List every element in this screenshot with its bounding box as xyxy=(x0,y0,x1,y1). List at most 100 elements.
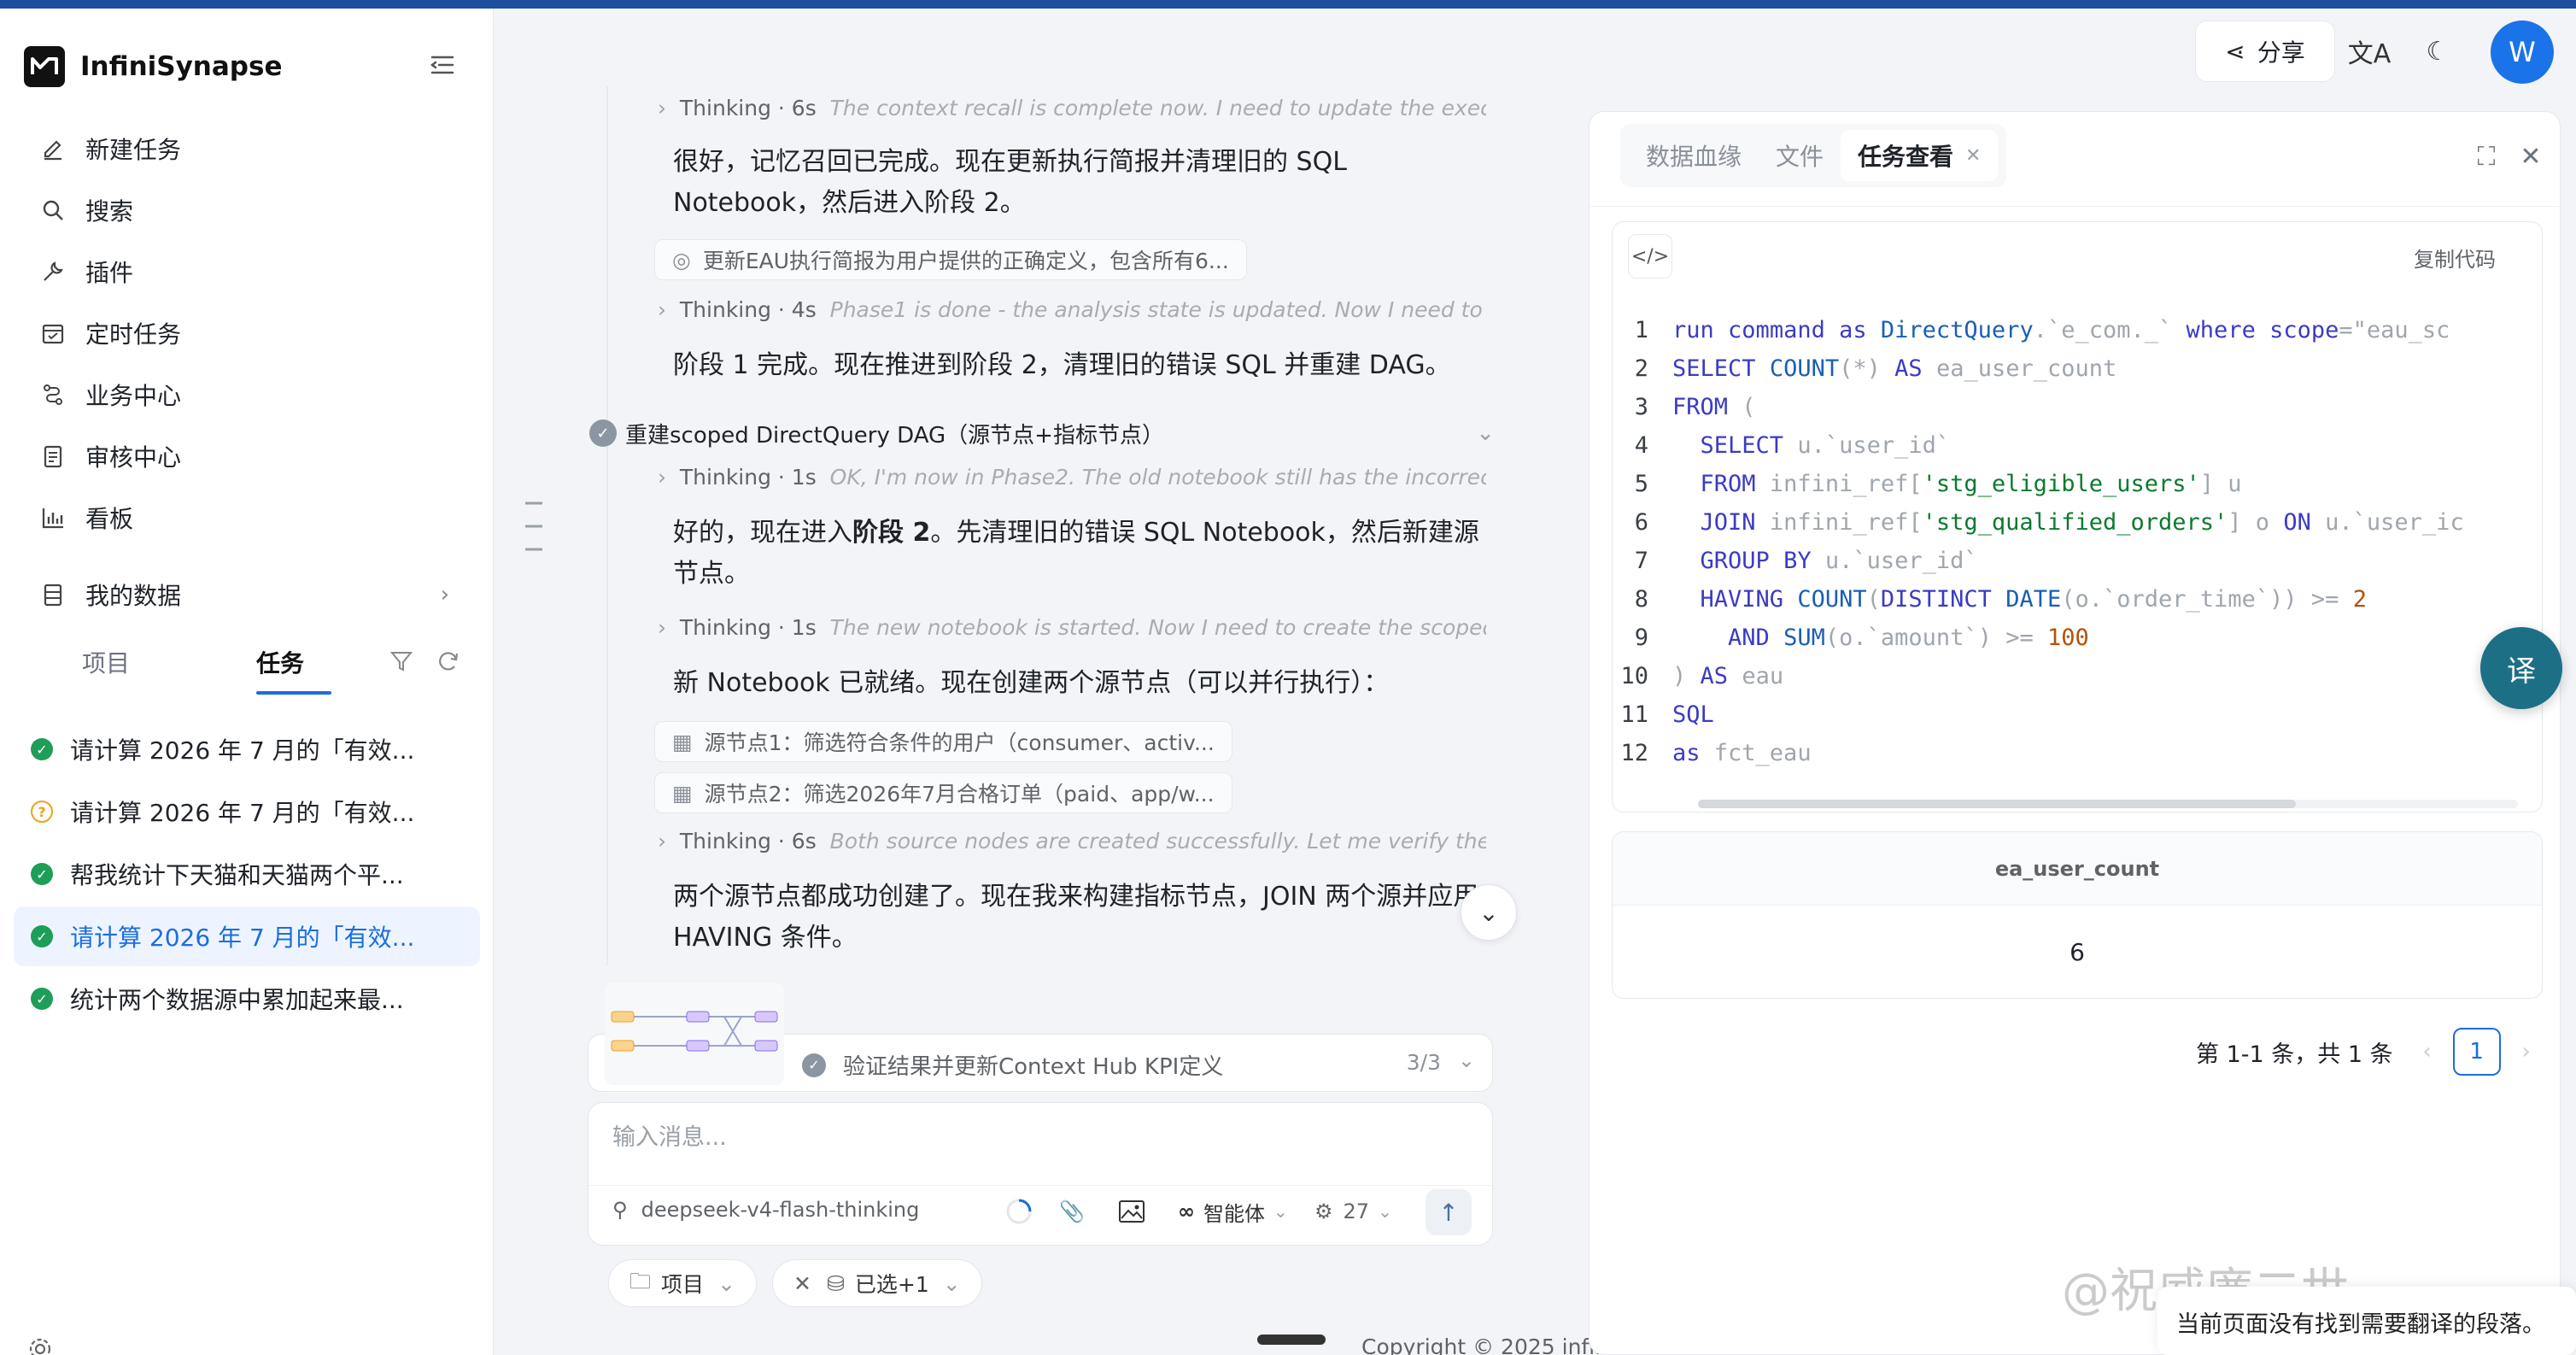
task-item[interactable]: ? 请计算 2026 年 7 月的「有效... xyxy=(14,782,480,842)
detail-panel: 数据血缘 文件 任务查看 ✕ ⛶ ✕ </> 复制代码 1 run command … xyxy=(1589,111,2561,1355)
next-page-icon[interactable]: › xyxy=(2508,1039,2545,1065)
chevron-down-icon[interactable]: ⌄ xyxy=(1476,420,1495,446)
nav-dashboard[interactable]: 看板 xyxy=(26,487,470,548)
tab-files[interactable]: 文件 xyxy=(1759,130,1841,181)
progress-count: 3/3 xyxy=(1406,1050,1441,1075)
close-icon[interactable]: ✕ xyxy=(2514,139,2548,173)
close-tab-icon[interactable]: ✕ xyxy=(1965,145,1981,167)
nav-review[interactable]: 审核中心 xyxy=(26,425,470,487)
thinking-text: Both source nodes are created successful… xyxy=(829,829,1486,853)
project-chip[interactable]: 🗀 项目 ⌄ xyxy=(608,1259,757,1307)
avatar[interactable]: W xyxy=(2491,21,2554,84)
thinking-row[interactable]: › Thinking · 6s Both source nodes are cr… xyxy=(658,829,1486,853)
pager-text: 第 1-1 条，共 1 条 xyxy=(2196,1041,2393,1068)
thinking-row[interactable]: › Thinking · 1s OK, I'm now in Phase2. T… xyxy=(658,465,1486,490)
share-label: 分享 xyxy=(2257,38,2305,67)
collapse-sidebar-icon[interactable] xyxy=(425,48,460,82)
assistant-message: 很好，记忆召回已完成。现在更新执行简报并清理旧的 SQL Notebook，然后… xyxy=(673,147,1347,218)
attach-icon[interactable]: 📎 xyxy=(1053,1193,1091,1230)
refresh-icon[interactable] xyxy=(436,648,461,678)
search-icon xyxy=(39,197,67,224)
code-lines: 1 run command as DirectQuery.`e_com._` wh… xyxy=(1613,311,2542,772)
line-number: 6 xyxy=(1634,509,1648,536)
image-icon[interactable] xyxy=(1113,1193,1150,1230)
task-title: 请计算 2026 年 7 月的「有效... xyxy=(70,799,415,827)
model-selector[interactable]: ⚲ deepseek-v4-flash-thinking xyxy=(612,1198,919,1222)
thinking-row[interactable]: › Thinking · 6s The context recall is co… xyxy=(658,96,1486,120)
nav-scheduled[interactable]: 定时任务 xyxy=(26,302,470,364)
share-icon: ⋖ xyxy=(2225,37,2245,66)
translate-button[interactable]: 译 xyxy=(2480,627,2562,709)
wrench-icon xyxy=(39,258,67,285)
task-item[interactable]: ✓ 帮我统计下天猫和天猫两个平... xyxy=(14,844,480,904)
share-button[interactable]: ⋖ 分享 xyxy=(2195,21,2335,82)
line-number: 4 xyxy=(1634,432,1648,459)
fullscreen-icon[interactable]: ⛶ xyxy=(2469,139,2503,173)
tab-tasks[interactable]: 任务 xyxy=(256,645,304,679)
tool-call-pill[interactable]: ▦ 源节点1：筛选符合条件的用户（consumer、activ... xyxy=(654,721,1232,762)
code-text: FROM infini_ref['stg_eligible_users'] u xyxy=(1700,471,2242,497)
data-chip[interactable]: ✕ ⛁ 已选+1 ⌄ xyxy=(771,1259,982,1307)
chevron-down-icon[interactable]: ⌄ xyxy=(1458,1048,1475,1072)
step-header[interactable]: ✓ 重建scoped DirectQuery DAG（源节点+指标节点） ⌄ xyxy=(589,416,1495,450)
translate-lang-icon[interactable]: 文A xyxy=(2344,26,2395,77)
copy-code-button[interactable]: 复制代码 xyxy=(2414,243,2496,273)
thinking-label: Thinking · 6s xyxy=(679,96,817,120)
tab-projects[interactable]: 项目 xyxy=(82,645,130,679)
nav-label: 插件 xyxy=(85,259,134,287)
drag-handle[interactable] xyxy=(523,500,545,553)
nav-plugins[interactable]: 插件 xyxy=(26,241,470,302)
tab-task-view[interactable]: 任务查看 ✕ xyxy=(1841,130,1999,181)
page-number[interactable]: 1 xyxy=(2452,1028,2501,1076)
thinking-label: Thinking · 4s xyxy=(679,297,817,322)
code-header: </> 复制代码 xyxy=(1613,222,2542,287)
line-number: 9 xyxy=(1634,625,1648,651)
line-number: 2 xyxy=(1634,355,1648,382)
brand[interactable]: InfiniSynapse xyxy=(24,39,282,94)
thinking-row[interactable]: › Thinking · 4s Phase1 is done - the ana… xyxy=(658,297,1486,322)
code-block: </> 复制代码 1 run command as DirectQuery.`e_… xyxy=(1612,221,2543,812)
task-item[interactable]: ✓ 统计两个数据源中累加起来最... xyxy=(14,969,480,1029)
tools-selector[interactable]: ⚙ 27 ⌄ xyxy=(1314,1193,1392,1230)
code-icon[interactable]: </> xyxy=(1628,234,1672,279)
scroll-down-button[interactable]: ⌄ xyxy=(1461,884,1517,941)
task-item[interactable]: ✓ 请计算 2026 年 7 月的「有效... xyxy=(14,719,480,779)
code-line: 12 as fct_eau xyxy=(1613,734,2542,772)
settings-gear-icon[interactable] xyxy=(26,1334,55,1355)
active-tab-indicator xyxy=(256,691,331,695)
agent-selector[interactable]: ∞ 智能体 ⌄ xyxy=(1178,1193,1288,1230)
tab-lineage[interactable]: 数据血缘 xyxy=(1629,130,1759,181)
msg-part: 好的，现在进入 xyxy=(673,518,852,548)
gear-icon: ⚙ xyxy=(1314,1200,1333,1223)
thinking-row[interactable]: › Thinking · 1s The new notebook is star… xyxy=(658,615,1486,640)
nav-my-data[interactable]: 我的数据 › xyxy=(26,564,470,625)
nav-new-task[interactable]: 新建任务 xyxy=(26,118,470,179)
code-text: JOIN infini_ref['stg_qualified_orders'] … xyxy=(1700,509,2464,536)
nav-business[interactable]: 业务中心 xyxy=(26,364,470,425)
horizontal-scrollbar[interactable] xyxy=(1698,800,2296,808)
filter-icon[interactable] xyxy=(389,648,414,678)
task-title: 请计算 2026 年 7 月的「有效... xyxy=(70,736,415,765)
dag-thumbnail[interactable] xyxy=(605,983,784,1085)
resize-handle[interactable] xyxy=(1257,1334,1326,1345)
task-title: 请计算 2026 年 7 月的「有效... xyxy=(70,924,415,952)
close-icon[interactable]: ✕ xyxy=(793,1271,811,1296)
progress-step: ✓ 验证结果并更新Context Hub KPI定义 xyxy=(802,1049,1223,1081)
code-text: SELECT COUNT(*) AS ea_user_count xyxy=(1672,355,2117,382)
prev-page-icon[interactable]: ‹ xyxy=(2409,1039,2446,1065)
thinking-text: OK, I'm now in Phase2. The old notebook … xyxy=(829,465,1486,490)
dark-mode-icon[interactable]: ☾ xyxy=(2412,26,2463,77)
tool-call-pill[interactable]: ▦ 源节点2：筛选2026年7月合格订单（paid、app/w... xyxy=(654,772,1232,813)
send-button[interactable]: ↑ xyxy=(1426,1189,1472,1235)
check-circle-icon: ✓ xyxy=(31,863,53,885)
nav-search[interactable]: 搜索 xyxy=(26,179,470,241)
chevron-down-icon: ⌄ xyxy=(942,1270,961,1296)
database-icon: ⛁ xyxy=(826,1270,845,1296)
task-item-selected[interactable]: ✓ 请计算 2026 年 7 月的「有效... xyxy=(14,906,480,966)
context-chips: 🗀 项目 ⌄ ✕ ⛁ 已选+1 ⌄ xyxy=(608,1259,998,1307)
message-input[interactable] xyxy=(612,1118,1467,1156)
composer-toolbar: ⚲ deepseek-v4-flash-thinking 📎 ∞ 智能体 ⌄ ⚙ 27 ⌄… xyxy=(588,1185,1494,1236)
chevron-down-icon: ⌄ xyxy=(717,1270,735,1296)
calendar-icon xyxy=(39,320,67,347)
tool-call-pill[interactable]: ◎ 更新EAU执行简报为用户提供的正确定义，包含所有6... xyxy=(654,239,1247,280)
